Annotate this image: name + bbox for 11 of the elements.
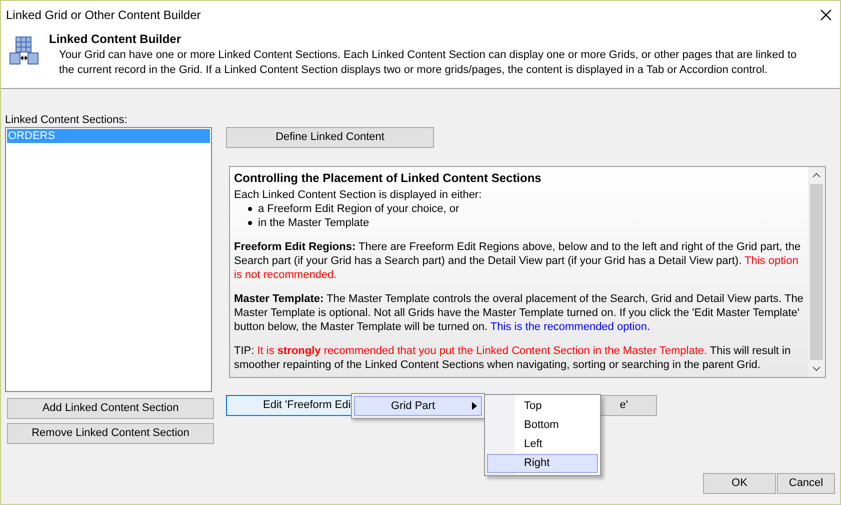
info-paragraph: Master Template: The Master Template controls the overal placement of the Search, Grid and Detail View parts. The Master Template is optional. Not all Grids have the Master Template turned on. If you click the 'Edit Master Template' button below, the Master Template will be turned on. This is the recommended option. (234, 292, 804, 334)
bullet-item: a Freeform Edit Region of your choice, or (258, 202, 460, 216)
window-title: Linked Grid or Other Content Builder (6, 6, 201, 24)
info-intro: Each Linked Content Section is displayed in either: (234, 188, 483, 202)
header-title: Linked Content Builder (49, 31, 182, 48)
info-paragraph: TIP: It is strongly recommended that you put the Linked Content Section in the Master Template. This will result in smoother repainting of the Linked Content Sections when navigating, sorting or searching in the parent Grid. (234, 344, 792, 372)
header-description: Your Grid can have one or more Linked Content Sections. Each Linked Content Section can display one or more Grids, or other pages that are linked to the current record in the Grid. If a Linked Content Section displays two or more grids/pages, the content is displayed in a Tab or Accordion control. (58, 48, 798, 78)
sections-label: Linked Content Sections: (5, 114, 128, 127)
info-paragraph: Freeform Edit Regions: There are Freeform Edit Regions above, below and to the left and right of the Grid part, the Search part (if your Grid has a Search part) and the Detail View part (if your Grid has a Detail View part). This option is not recommended. (234, 240, 802, 282)
info-title: Controlling the Placement of Linked Content Sections (234, 171, 542, 185)
bullet-item: in the Master Template (258, 216, 370, 230)
